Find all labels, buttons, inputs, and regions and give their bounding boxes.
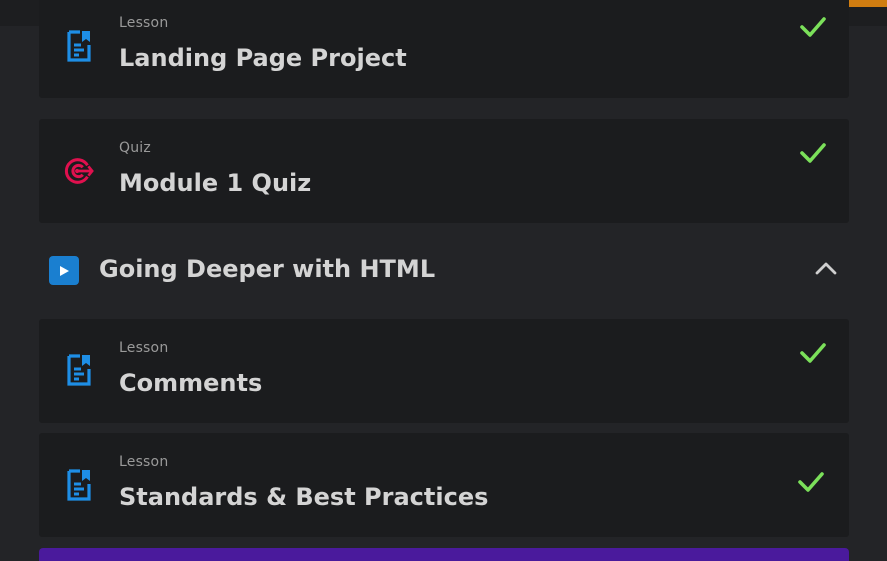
lesson-item-landing-page-project[interactable]: Lesson Landing Page Project	[39, 0, 849, 98]
item-title: Comments	[119, 369, 263, 397]
quiz-item-module-1-quiz[interactable]: Quiz Module 1 Quiz	[39, 119, 849, 223]
quiz-target-icon	[63, 153, 95, 189]
section-header-going-deeper-with-html[interactable]: Going Deeper with HTML	[39, 244, 849, 296]
chevron-up-icon[interactable]	[815, 261, 837, 275]
completed-check-icon	[800, 17, 826, 37]
item-title: Standards & Best Practices	[119, 483, 489, 511]
item-kind-label: Lesson	[119, 454, 169, 470]
item-title: Landing Page Project	[119, 44, 407, 72]
lesson-doc-icon	[63, 352, 95, 388]
item-kind-label: Lesson	[119, 340, 169, 356]
play-icon	[49, 256, 79, 285]
lesson-doc-icon	[63, 467, 95, 503]
item-kind-label: Quiz	[119, 140, 151, 156]
completed-check-icon	[800, 343, 826, 363]
next-section-header[interactable]	[39, 548, 849, 561]
course-outline: Lesson Landing Page Project Quiz Module …	[0, 0, 887, 561]
completed-check-icon	[798, 472, 824, 492]
lesson-item-standards-best-practices[interactable]: Lesson Standards & Best Practices	[39, 433, 849, 537]
lesson-doc-icon	[63, 28, 95, 64]
section-title: Going Deeper with HTML	[99, 255, 436, 283]
item-title: Module 1 Quiz	[119, 169, 312, 197]
item-kind-label: Lesson	[119, 15, 169, 31]
completed-check-icon	[800, 143, 826, 163]
lesson-item-comments[interactable]: Lesson Comments	[39, 319, 849, 423]
